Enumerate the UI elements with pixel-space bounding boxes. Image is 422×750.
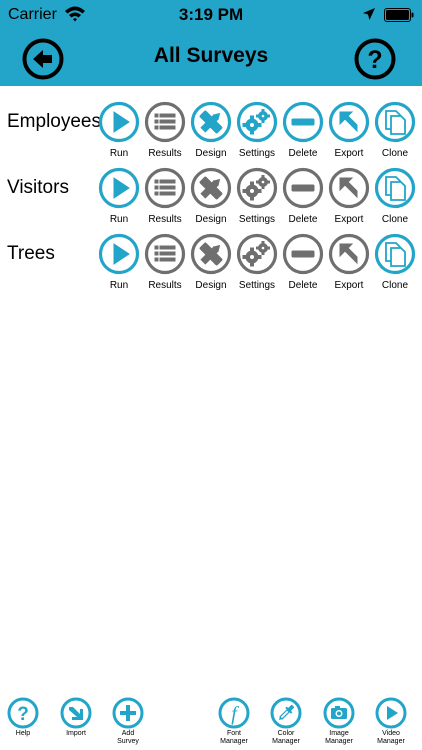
pencil-ruler-icon — [190, 167, 232, 209]
survey-clone-label: Clone — [381, 214, 409, 225]
copy-icon — [374, 233, 416, 275]
gears-icon — [236, 167, 278, 209]
question-icon: ? — [7, 697, 39, 729]
video-manager-button[interactable]: Video Manager — [371, 697, 411, 745]
minus-icon — [282, 233, 324, 275]
image-manager-button[interactable]: Image Manager — [319, 697, 359, 745]
minus-icon — [282, 167, 324, 209]
status-bar: Carrier 3:19 PM — [0, 0, 422, 30]
play-icon — [98, 233, 140, 275]
survey-clone-button[interactable]: Clone — [374, 167, 416, 225]
copy-icon — [374, 167, 416, 209]
add-survey-label: Add Survey — [117, 730, 139, 745]
eyedropper-icon — [270, 697, 302, 729]
color-manager-button[interactable]: Color Manager — [266, 697, 306, 745]
header-bar: Carrier 3:19 PM All Surveys ? — [0, 0, 422, 86]
svg-text:?: ? — [17, 704, 29, 725]
play-icon — [98, 101, 140, 143]
battery-icon — [384, 8, 414, 22]
help-tool-button[interactable]: ? Help — [3, 697, 43, 745]
pencil-ruler-icon — [190, 101, 232, 143]
status-time: 3:19 PM — [178, 5, 244, 24]
help-button[interactable]: ? — [354, 38, 396, 80]
camera-icon — [323, 697, 355, 729]
survey-name: Visitors — [7, 177, 69, 198]
survey-name: Employees — [7, 111, 101, 132]
survey-clone-label: Clone — [381, 148, 409, 159]
copy-icon — [374, 101, 416, 143]
play-icon — [98, 167, 140, 209]
font-icon: f — [218, 697, 250, 729]
list-icon — [144, 167, 186, 209]
gears-icon — [236, 233, 278, 275]
import-tool-label: Import — [66, 730, 86, 737]
import-icon — [60, 697, 92, 729]
plus-icon — [112, 697, 144, 729]
gears-icon — [236, 101, 278, 143]
minus-icon — [282, 101, 324, 143]
color-manager-label: Color Manager — [272, 730, 300, 745]
survey-clone-label: Clone — [381, 280, 409, 291]
font-manager-label: Font Manager — [220, 730, 248, 745]
pencil-ruler-icon — [190, 233, 232, 275]
svg-text:?: ? — [367, 46, 382, 74]
survey-clone-button[interactable]: Clone — [374, 233, 416, 291]
survey-name: Trees — [7, 243, 55, 264]
video-manager-label: Video Manager — [377, 730, 405, 745]
image-manager-label: Image Manager — [325, 730, 353, 745]
export-arrow-icon — [328, 101, 370, 143]
list-icon — [144, 233, 186, 275]
survey-clone-button[interactable]: Clone — [374, 101, 416, 159]
list-icon — [144, 101, 186, 143]
play-icon — [375, 697, 407, 729]
location-arrow-icon — [363, 8, 375, 20]
import-tool-button[interactable]: Import — [56, 697, 96, 745]
add-survey-button[interactable]: Add Survey — [108, 697, 148, 745]
svg-text:f: f — [231, 703, 239, 725]
font-manager-button[interactable]: f Font Manager — [214, 697, 254, 745]
export-arrow-icon — [328, 233, 370, 275]
export-arrow-icon — [328, 167, 370, 209]
